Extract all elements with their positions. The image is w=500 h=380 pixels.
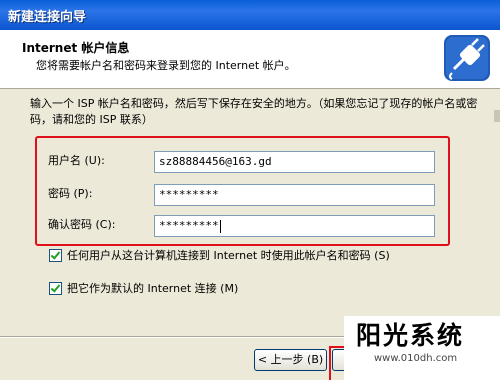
watermark: 阳光系统 www.010dh.com [344, 316, 500, 380]
header-subtitle: 您将需要帐户名和密码来登录到您的 Internet 帐户。 [36, 59, 296, 72]
username-field[interactable]: sz88884456@163.gd [154, 151, 435, 173]
default-connection-checkbox[interactable] [49, 281, 62, 295]
back-button[interactable]: < 上一步 (B) [254, 349, 327, 371]
confirm-password-label: 确认密码 (C): [48, 218, 116, 231]
phone-plug-icon [444, 35, 490, 81]
default-connection-option[interactable]: 把它作为默认的 Internet 连接 (M) [49, 280, 238, 296]
password-value: ********* [159, 188, 219, 201]
use-for-all-users-checkbox[interactable] [49, 248, 62, 262]
password-field[interactable]: ********* [154, 184, 435, 206]
confirm-password-value: ********* [159, 219, 219, 232]
text-caret [219, 219, 221, 233]
window-title: 新建连接向导 [8, 10, 87, 25]
use-for-all-users-label: 任何用户从这台计算机连接到 Internet 时使用此帐户名和密码 (S) [67, 249, 390, 262]
header-title: Internet 帐户信息 [22, 41, 130, 55]
watermark-title: 阳光系统 [356, 321, 465, 350]
side-scroll-fragment [494, 110, 500, 122]
watermark-url: www.010dh.com [374, 353, 458, 364]
password-label: 密码 (P): [48, 187, 93, 200]
title-bar: 新建连接向导 [0, 0, 500, 30]
instruction-text: 输入一个 ISP 帐户名和密码，然后写下保存在安全的地方。（如果您忘记了现存的帐… [30, 97, 478, 126]
wizard-header: Internet 帐户信息 您将需要帐户名和密码来登录到您的 Internet … [0, 30, 500, 89]
default-connection-label: 把它作为默认的 Internet 连接 (M) [67, 282, 239, 295]
confirm-password-field[interactable]: ********* [154, 215, 435, 237]
username-label: 用户名 (U): [48, 154, 105, 167]
username-value: sz88884456@163.gd [159, 155, 272, 168]
use-for-all-users-option[interactable]: 任何用户从这台计算机连接到 Internet 时使用此帐户名和密码 (S) [49, 247, 390, 263]
